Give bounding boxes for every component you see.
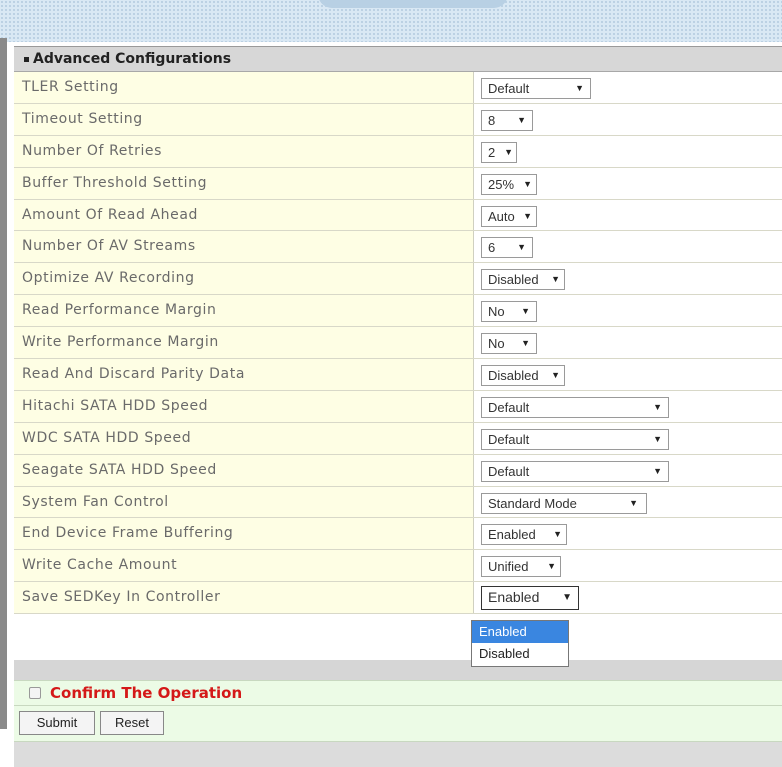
triangle-down-icon: ▼ bbox=[553, 529, 562, 540]
logo-fragment bbox=[318, 0, 508, 8]
write-cache-select[interactable]: Unified ▼ bbox=[481, 556, 561, 578]
setting-row-wdc-speed: WDC SATA HDD Speed Default ▼ bbox=[14, 422, 782, 455]
fan-control-select[interactable]: Standard Mode ▼ bbox=[481, 492, 647, 514]
write-margin-select[interactable]: No ▼ bbox=[481, 333, 537, 355]
frame-buffering-select[interactable]: Enabled ▼ bbox=[481, 524, 567, 546]
setting-row-buffer-threshold: Buffer Threshold Setting 25% ▼ bbox=[14, 167, 782, 200]
top-banner bbox=[0, 0, 782, 42]
button-row: Submit Reset bbox=[14, 706, 782, 742]
setting-row-retries: Number Of Retries 2 ▼ bbox=[14, 135, 782, 168]
tler-select[interactable]: Default ▼ bbox=[481, 78, 591, 99]
setting-label: Amount Of Read Ahead bbox=[14, 199, 474, 231]
confirm-label: Confirm The Operation bbox=[50, 684, 243, 702]
setting-label: Number Of AV Streams bbox=[14, 231, 474, 263]
setting-row-sedkey: Save SEDKey In Controller Enabled ▼ bbox=[14, 582, 782, 615]
triangle-down-icon: ▼ bbox=[653, 433, 662, 444]
triangle-down-icon: ▼ bbox=[629, 497, 638, 508]
setting-label: Read Performance Margin bbox=[14, 295, 474, 327]
retries-select[interactable]: 2 ▼ bbox=[481, 141, 517, 163]
seagate-speed-select[interactable]: Default ▼ bbox=[481, 460, 669, 482]
wdc-speed-select[interactable]: Default ▼ bbox=[481, 428, 669, 450]
setting-row-fan-control: System Fan Control Standard Mode ▼ bbox=[14, 486, 782, 519]
triangle-down-icon: ▼ bbox=[517, 114, 526, 125]
setting-label: WDC SATA HDD Speed bbox=[14, 422, 474, 454]
triangle-down-icon: ▼ bbox=[562, 592, 572, 604]
dropdown-option-disabled[interactable]: Disabled bbox=[472, 643, 568, 665]
buffer-threshold-select[interactable]: 25% ▼ bbox=[481, 173, 537, 195]
triangle-down-icon: ▼ bbox=[504, 146, 513, 157]
setting-row-write-margin: Write Performance Margin No ▼ bbox=[14, 327, 782, 360]
setting-label: Hitachi SATA HDD Speed bbox=[14, 390, 474, 422]
av-streams-select[interactable]: 6 ▼ bbox=[481, 237, 533, 259]
setting-label: TLER Setting bbox=[14, 72, 474, 103]
setting-row-timeout: Timeout Setting 8 ▼ bbox=[14, 103, 782, 136]
setting-label: End Device Frame Buffering bbox=[14, 518, 474, 550]
triangle-down-icon: ▼ bbox=[547, 561, 556, 572]
separator-bar bbox=[14, 660, 782, 680]
setting-label: Write Performance Margin bbox=[14, 327, 474, 359]
section-header: Advanced Configurations bbox=[14, 46, 782, 72]
triangle-down-icon: ▼ bbox=[653, 401, 662, 412]
setting-label: Write Cache Amount bbox=[14, 550, 474, 582]
setting-label: Buffer Threshold Setting bbox=[14, 167, 474, 199]
sedkey-select[interactable]: Enabled ▼ bbox=[481, 586, 579, 611]
setting-row-hitachi-speed: Hitachi SATA HDD Speed Default ▼ bbox=[14, 390, 782, 423]
config-panel: Advanced Configurations TLER Setting Def… bbox=[0, 38, 782, 767]
setting-label: Number Of Retries bbox=[14, 135, 474, 167]
triangle-down-icon: ▼ bbox=[551, 274, 560, 285]
section-title: Advanced Configurations bbox=[33, 51, 232, 67]
setting-row-tler: TLER Setting Default ▼ bbox=[14, 72, 782, 104]
footer-bar bbox=[14, 742, 782, 767]
settings-table: TLER Setting Default ▼ Timeout Setting 8 ▼… bbox=[14, 72, 782, 615]
triangle-down-icon: ▼ bbox=[653, 465, 662, 476]
setting-label: Optimize AV Recording bbox=[14, 263, 474, 295]
dropdown-option-enabled[interactable]: Enabled bbox=[472, 621, 568, 643]
read-ahead-select[interactable]: Auto ▼ bbox=[481, 205, 537, 227]
setting-label: Read And Discard Parity Data bbox=[14, 359, 474, 390]
setting-label: Seagate SATA HDD Speed bbox=[14, 454, 474, 486]
optimize-av-select[interactable]: Disabled ▼ bbox=[481, 269, 565, 291]
setting-row-optimize-av: Optimize AV Recording Disabled ▼ bbox=[14, 263, 782, 296]
triangle-down-icon: ▼ bbox=[517, 242, 526, 253]
setting-row-read-ahead: Amount Of Read Ahead Auto ▼ bbox=[14, 199, 782, 232]
setting-row-av-streams: Number Of AV Streams 6 ▼ bbox=[14, 231, 782, 264]
triangle-down-icon: ▼ bbox=[551, 370, 560, 381]
setting-label: System Fan Control bbox=[14, 486, 474, 518]
setting-row-seagate-speed: Seagate SATA HDD Speed Default ▼ bbox=[14, 454, 782, 487]
setting-label: Timeout Setting bbox=[14, 103, 474, 135]
parity-select[interactable]: Disabled ▼ bbox=[481, 365, 565, 387]
timeout-select[interactable]: 8 ▼ bbox=[481, 109, 533, 131]
triangle-down-icon: ▼ bbox=[521, 338, 530, 349]
triangle-down-icon: ▼ bbox=[523, 210, 532, 221]
sedkey-dropdown-list: Enabled Disabled bbox=[471, 620, 569, 667]
setting-row-frame-buffering: End Device Frame Buffering Enabled ▼ bbox=[14, 518, 782, 551]
submit-button[interactable]: Submit bbox=[19, 711, 95, 735]
setting-row-parity: Read And Discard Parity Data Disabled ▼ bbox=[14, 359, 782, 391]
confirm-checkbox[interactable] bbox=[29, 687, 41, 699]
confirm-row: Confirm The Operation bbox=[14, 680, 782, 706]
triangle-down-icon: ▼ bbox=[521, 306, 530, 317]
setting-row-read-margin: Read Performance Margin No ▼ bbox=[14, 295, 782, 328]
hitachi-speed-select[interactable]: Default ▼ bbox=[481, 396, 669, 418]
square-bullet-icon bbox=[24, 56, 29, 62]
triangle-down-icon: ▼ bbox=[575, 83, 584, 93]
reset-button[interactable]: Reset bbox=[100, 711, 164, 735]
setting-row-write-cache: Write Cache Amount Unified ▼ bbox=[14, 550, 782, 583]
setting-label: Save SEDKey In Controller bbox=[14, 582, 474, 614]
triangle-down-icon: ▼ bbox=[523, 178, 532, 189]
read-margin-select[interactable]: No ▼ bbox=[481, 301, 537, 323]
